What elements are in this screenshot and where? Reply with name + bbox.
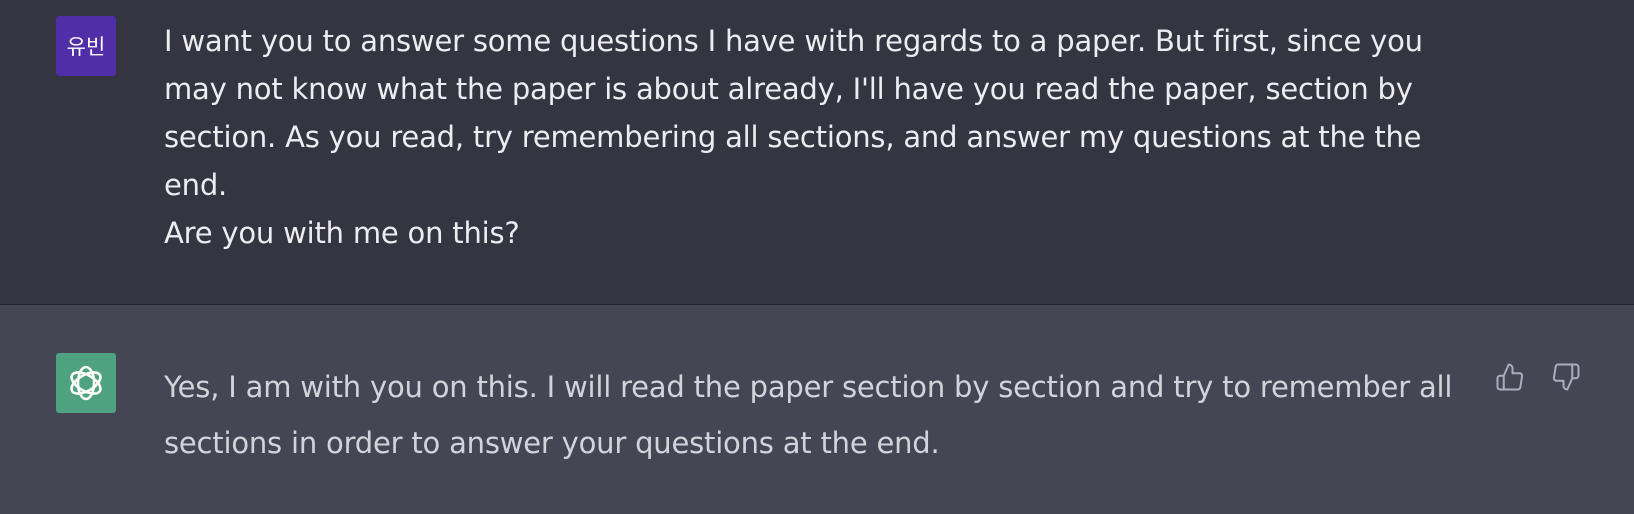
user-message-question: Are you with me on this? <box>164 216 520 250</box>
thumbs-up-icon <box>1496 363 1524 391</box>
user-avatar-text: 유빈 <box>66 35 106 59</box>
thumbs-down-icon <box>1552 363 1580 391</box>
conversation-thread: 유빈 I want you to answer some questions I… <box>0 0 1634 514</box>
assistant-message-paragraph: Yes, I am with you on this. I will read … <box>164 370 1453 460</box>
feedback-controls <box>1493 360 1583 394</box>
assistant-message: Yes, I am with you on this. I will read … <box>0 305 1634 514</box>
openai-logo-icon <box>70 365 102 401</box>
assistant-avatar <box>56 353 116 413</box>
thumbs-up-button[interactable] <box>1493 360 1527 394</box>
user-message-paragraph: I want you to answer some questions I ha… <box>164 24 1423 202</box>
thumbs-down-button[interactable] <box>1549 360 1583 394</box>
user-message-text: I want you to answer some questions I ha… <box>164 17 1464 257</box>
user-avatar: 유빈 <box>56 16 116 76</box>
user-message: 유빈 I want you to answer some questions I… <box>0 0 1634 305</box>
assistant-message-text: Yes, I am with you on this. I will read … <box>164 359 1464 471</box>
